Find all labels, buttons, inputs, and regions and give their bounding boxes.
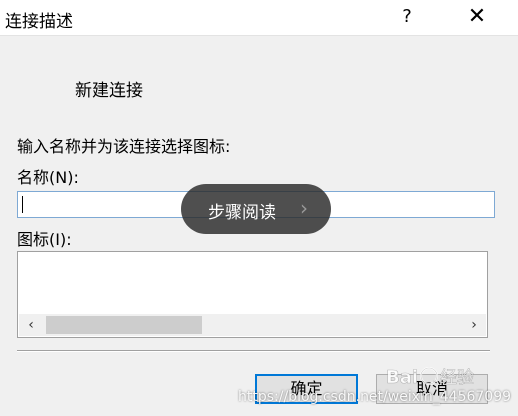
name-label: 名称(N): [17,168,79,187]
overlay-label: 步骤阅读 [208,203,276,223]
svg-text:Bai: Bai [386,367,418,388]
svg-text:经验: 经验 [440,368,474,388]
window-title: 连接描述 [5,12,73,32]
baidu-jingyan-logo: Bai 经验 [386,367,475,389]
scrollbar-thumb[interactable] [46,316,202,334]
horizontal-scrollbar[interactable]: ‹ › [19,314,486,336]
help-button[interactable]: ? [394,4,420,30]
watermark-url: https://blog.csdn.net/weixin_44567099 [238,389,512,405]
separator [17,350,490,352]
close-icon[interactable]: ✕ [462,2,492,32]
connection-name: 新建连接 [75,81,143,101]
scroll-right-icon[interactable]: › [466,316,482,334]
instruction-text: 输入名称并为该连接选择图标: [17,137,231,156]
chevron-right-icon: › [300,196,308,220]
step-reading-overlay[interactable]: 步骤阅读 › [181,184,331,234]
text-caret [22,196,23,213]
icon-label: 图标(I): [17,230,72,249]
icon-list[interactable]: ‹ › [17,251,488,338]
title-bar: 连接描述 ? ✕ [0,0,518,36]
scroll-left-icon[interactable]: ‹ [23,316,39,334]
